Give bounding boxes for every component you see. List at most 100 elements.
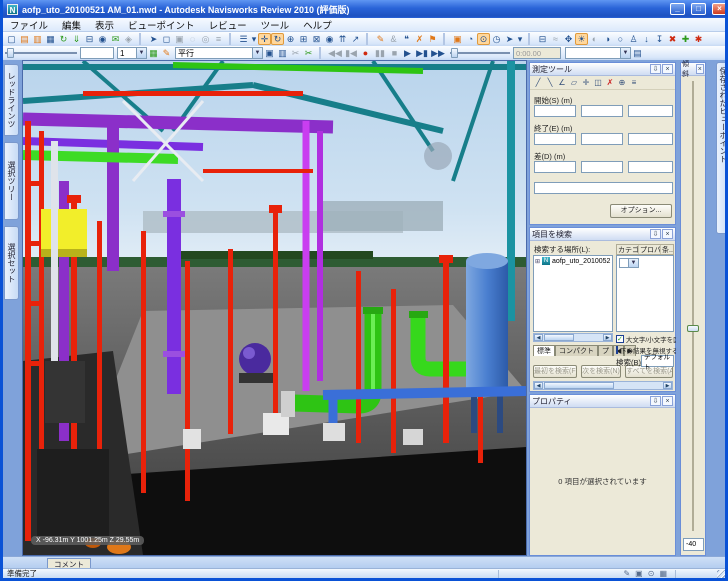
scroll-left-icon[interactable]: ◀ — [534, 334, 543, 341]
play-button[interactable]: ▶ — [401, 47, 414, 59]
diff-x-field[interactable] — [534, 161, 576, 173]
email-button[interactable]: ✉ — [109, 33, 122, 45]
find-panel-titlebar[interactable]: 項目を検索 ⇩ × — [530, 228, 675, 241]
save-viewpoint-button[interactable]: ▦ — [147, 47, 160, 59]
select-button[interactable]: ➤ — [147, 33, 160, 45]
tilt-slider-thumb[interactable] — [687, 325, 699, 332]
column-category[interactable]: カテゴリ — [617, 245, 639, 254]
rewind-button[interactable]: ◀◀ — [327, 47, 343, 59]
expand-icon[interactable]: ⊞ — [535, 258, 540, 265]
tilt-panel-titlebar[interactable]: 傾斜 × — [681, 63, 705, 76]
third-person-button[interactable]: ✱ — [692, 33, 705, 45]
end-z-field[interactable] — [628, 133, 673, 145]
frame-combo[interactable]: 1 ▼ — [117, 47, 147, 59]
chevron-down-icon[interactable]: ▼ — [252, 48, 262, 58]
pin-icon[interactable]: ⇩ — [650, 396, 661, 406]
panel-hscrollbar[interactable]: ◀ ▶ — [533, 381, 673, 390]
menu-review[interactable]: レビュー — [202, 18, 254, 32]
section-button[interactable]: ⊟ — [536, 33, 549, 45]
zoom-all-button[interactable]: ⊠ — [310, 33, 323, 45]
animation-combo[interactable]: ▼ — [565, 47, 631, 59]
tree-item-label[interactable]: aofp_uto_2010052 — [552, 258, 610, 265]
column-condition[interactable]: 条... — [661, 245, 673, 254]
fly-button[interactable]: ↗ — [349, 33, 362, 45]
open-button[interactable]: ▤ — [18, 33, 31, 45]
select-box-button[interactable]: ◻ — [160, 33, 173, 45]
step-back-button[interactable]: ▮◀ — [343, 47, 359, 59]
fast-forward-button[interactable]: ▶▶ — [430, 47, 446, 59]
close-icon[interactable]: × — [662, 64, 673, 74]
pause-button[interactable]: ▮▮ — [372, 47, 388, 59]
tilt-value-box[interactable]: -40 — [683, 538, 704, 551]
camera-mode-combo[interactable]: 平行 ▼ — [175, 47, 263, 59]
chevron-down-icon[interactable]: ▼ — [136, 48, 146, 58]
start-y-field[interactable] — [581, 105, 623, 117]
publish-button[interactable]: ◉ — [96, 33, 109, 45]
viewport[interactable]: X -96.31m Y 1001.25m Z 29.55m — [22, 60, 527, 556]
save-button[interactable]: ▦ — [44, 33, 57, 45]
tab-selection-sets[interactable]: 選択セット — [4, 226, 19, 300]
time-slider[interactable] — [450, 48, 510, 58]
chevron-down-icon[interactable]: ▾ — [516, 33, 524, 45]
select-same-button[interactable]: ≡ — [212, 33, 225, 45]
tree-hscrollbar[interactable]: ◀ ▶ — [533, 333, 613, 342]
headlight-button[interactable]: ◑ — [601, 33, 614, 45]
tab-properties[interactable]: プ — [598, 345, 613, 356]
tag-button[interactable]: ⚑ — [426, 33, 439, 45]
gizmo-button[interactable]: ✥ — [562, 33, 575, 45]
level-button[interactable]: ≈ — [549, 33, 562, 45]
end-y-field[interactable] — [581, 133, 623, 145]
tab-saved-viewpoints[interactable]: 保存されたビューポイント — [716, 62, 728, 234]
print-button[interactable]: ⊟ — [83, 33, 96, 45]
measure-panel-titlebar[interactable]: 測定ツール ⇩ × — [530, 63, 675, 76]
tilt-slider-track[interactable] — [692, 81, 694, 531]
zoom-window-button[interactable]: ⊞ — [297, 33, 310, 45]
start-z-field[interactable] — [628, 105, 673, 117]
match-case-row[interactable]: ✓ 大文字/小文字を区別(M) — [616, 334, 676, 344]
frame-box[interactable] — [80, 47, 114, 59]
find-item-button[interactable]: ⊙ — [477, 33, 490, 45]
menu-viewpoint[interactable]: ビューポイント — [121, 18, 202, 32]
diff-z-field[interactable] — [628, 161, 673, 173]
minimize-button[interactable]: _ — [670, 3, 685, 15]
clock-button[interactable]: ◷ — [490, 33, 503, 45]
gravity-button[interactable]: ↓ — [640, 33, 653, 45]
lighting-button[interactable]: ☀ — [575, 33, 588, 45]
orbit-button[interactable]: ↻ — [271, 33, 284, 45]
snapshot-button[interactable]: ▣ — [451, 33, 464, 45]
require-button[interactable]: ◎ — [199, 33, 212, 45]
cylinder-button[interactable]: ▥ — [276, 47, 289, 59]
split-button[interactable]: ✂ — [302, 47, 315, 59]
end-x-field[interactable] — [534, 133, 576, 145]
tab-standard[interactable]: 標準 — [533, 345, 555, 356]
scroll-right-icon[interactable]: ▶ — [603, 334, 612, 341]
selection-tree-button[interactable]: ☰ — [237, 33, 250, 45]
tab-selection-tree[interactable]: 選択ツリー — [4, 142, 19, 220]
search-mode-combo[interactable]: デフォルト — [641, 355, 674, 367]
diff-y-field[interactable] — [581, 161, 623, 173]
new-button[interactable]: ▢ — [5, 33, 18, 45]
shading-button[interactable]: ◐ — [588, 33, 601, 45]
stop-button[interactable]: ■ — [388, 47, 401, 59]
tab-compact[interactable]: コンパクト — [555, 345, 598, 356]
properties-panel-titlebar[interactable]: プロパティ ⇩ × — [530, 395, 675, 408]
title-bar[interactable]: N aofp_uto_20100521 AM_01.nwd - Autodesk… — [3, 0, 728, 18]
tab-redline-tools[interactable]: レッドラインツール — [4, 64, 19, 136]
erase-button[interactable]: ✗ — [413, 33, 426, 45]
close-icon[interactable]: × — [662, 396, 673, 406]
cut-button[interactable]: ✂ — [289, 47, 302, 59]
chevron-down-icon[interactable]: ▾ — [250, 33, 258, 45]
close-icon[interactable]: × — [662, 229, 673, 239]
refresh-button[interactable]: ↻ — [57, 33, 70, 45]
menu-view[interactable]: 表示 — [88, 18, 121, 32]
category-combo[interactable]: ▼ — [619, 258, 639, 268]
menu-help[interactable]: ヘルプ — [296, 18, 339, 32]
measure-area-icon[interactable]: ▱ — [568, 77, 580, 88]
find-comment-button[interactable]: ◔ — [464, 33, 477, 45]
walk-button[interactable]: ⇈ — [336, 33, 349, 45]
redline-pencil-button[interactable]: ✎ — [374, 33, 387, 45]
scroll-left-icon[interactable]: ◀ — [534, 382, 543, 389]
prune-checkbox[interactable] — [616, 346, 618, 354]
chevron-down-icon[interactable]: ▼ — [628, 259, 638, 267]
3d-model-view[interactable] — [23, 61, 526, 555]
